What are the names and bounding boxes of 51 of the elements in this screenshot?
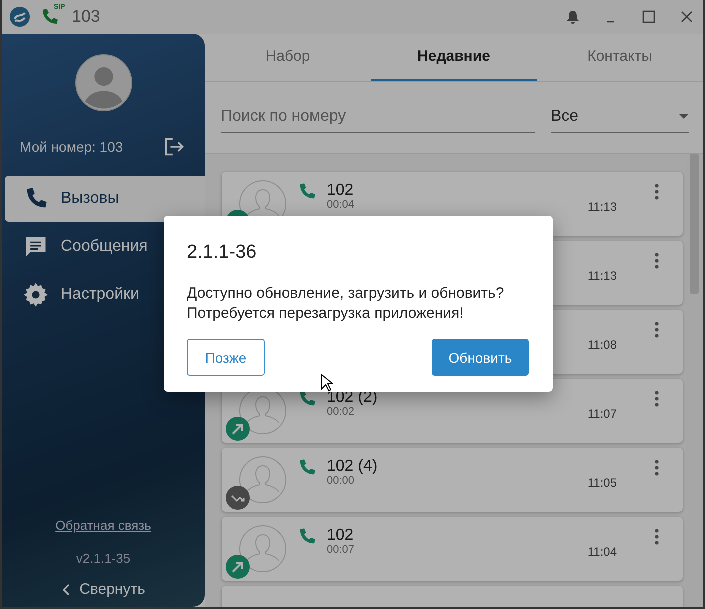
call-duration: 00:04 bbox=[327, 200, 356, 211]
filter-dropdown[interactable]: Все bbox=[551, 102, 689, 133]
caret-icon bbox=[679, 114, 689, 120]
dialog-message: Доступно обновление, загрузить и обновить? Потребуется перезагрузка приложения! bbox=[187, 284, 506, 323]
call-duration: 00:02 bbox=[327, 407, 356, 418]
search-field[interactable]: Поиск по номеру bbox=[221, 102, 535, 133]
maximize-icon[interactable] bbox=[641, 9, 657, 25]
collapse-button[interactable]: Свернуть bbox=[56, 580, 152, 599]
dialog-title: 2.1.1-36 bbox=[187, 242, 258, 264]
call-card[interactable]: 102 00:07 11:04 bbox=[222, 517, 683, 581]
outgoing-call-icon bbox=[226, 417, 250, 441]
close-icon[interactable] bbox=[679, 9, 695, 25]
more-icon[interactable] bbox=[655, 391, 659, 407]
more-icon[interactable] bbox=[655, 184, 659, 200]
call-duration: 00:00 bbox=[327, 476, 356, 487]
call-duration: 00:07 bbox=[327, 545, 356, 556]
call-time: 11:08 bbox=[588, 338, 617, 352]
update-button[interactable]: Обновить bbox=[432, 339, 529, 376]
logout-icon[interactable] bbox=[163, 136, 185, 158]
caller-number: 102 bbox=[327, 183, 355, 199]
more-icon[interactable] bbox=[655, 253, 659, 269]
outgoing-call-icon bbox=[226, 555, 250, 579]
caller-number: 102 (4) bbox=[327, 459, 379, 475]
line-number: 103 bbox=[72, 7, 100, 27]
call-time: 11:05 bbox=[588, 476, 617, 490]
missed-call-icon bbox=[226, 486, 250, 510]
tab[interactable]: Недавние bbox=[371, 34, 537, 81]
nav-item[interactable]: Вызовы bbox=[5, 176, 205, 222]
call-card[interactable]: 102 (4) 00:00 11:05 bbox=[222, 448, 683, 512]
chevron-left-icon bbox=[62, 582, 72, 596]
call-time: 11:13 bbox=[588, 200, 617, 214]
tab[interactable]: Набор bbox=[205, 34, 371, 81]
call-time: 11:07 bbox=[588, 407, 617, 421]
later-button[interactable]: Позже bbox=[187, 339, 265, 376]
more-icon[interactable] bbox=[655, 529, 659, 545]
tab[interactable]: Контакты bbox=[537, 34, 703, 81]
my-number: Мой номер: 103 bbox=[20, 139, 124, 155]
avatar-icon bbox=[74, 54, 132, 112]
contact-avatar-icon bbox=[239, 525, 287, 573]
caller-number: 102 bbox=[327, 528, 355, 544]
scrollbar-thumb[interactable] bbox=[690, 154, 699, 294]
more-icon[interactable] bbox=[655, 460, 659, 476]
call-time: 11:04 bbox=[588, 545, 617, 559]
call-time: 11:13 bbox=[588, 269, 617, 283]
more-icon[interactable] bbox=[655, 322, 659, 338]
bell-icon[interactable] bbox=[565, 9, 581, 25]
app-logo-icon bbox=[10, 7, 30, 27]
gear-icon bbox=[23, 282, 49, 308]
feedback-link[interactable]: Обратная связь bbox=[56, 518, 152, 533]
version-text: v2.1.1-35 bbox=[76, 551, 131, 566]
contact-avatar-icon bbox=[239, 456, 287, 504]
